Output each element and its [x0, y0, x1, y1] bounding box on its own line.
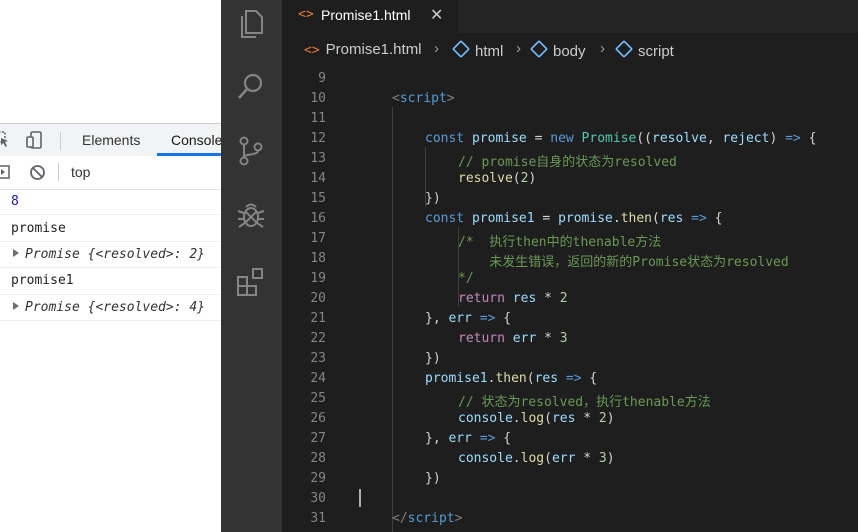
toolbar-separator: [58, 163, 59, 181]
code-line: }, err => {: [425, 311, 512, 326]
line-number: 11: [310, 111, 326, 126]
show-sidebar-icon[interactable]: [0, 165, 10, 179]
line-number: 16: [310, 211, 326, 226]
code-line: promise1.then(res => {: [425, 371, 598, 386]
chevron-right-icon: ›: [434, 40, 439, 57]
line-number: 30: [310, 491, 326, 506]
expand-triangle-icon[interactable]: [13, 302, 19, 310]
extensions-icon[interactable]: [234, 266, 268, 300]
tab-promise1-html[interactable]: <> Promise1.html ✕: [282, 0, 458, 33]
line-number: 31: [310, 511, 326, 526]
html-file-icon: <>: [298, 7, 314, 22]
tab-elements[interactable]: Elements: [82, 124, 140, 156]
line-number: 14: [310, 171, 326, 186]
line-number: 22: [310, 331, 326, 346]
code-line: }, err => {: [425, 431, 512, 446]
line-number: 10: [310, 91, 326, 106]
code-line: console.log(err * 3): [458, 451, 615, 466]
code-comment: // promise自身的状态为resolved: [458, 155, 677, 170]
line-number: 26: [310, 411, 326, 426]
code-comment: */: [458, 271, 474, 286]
symbol-element-icon: [529, 39, 549, 59]
console-filter-bar: top: [0, 156, 221, 190]
line-number: 27: [310, 431, 326, 446]
code-line: }): [425, 471, 441, 486]
tab-title: Promise1.html: [321, 7, 411, 23]
line-number: 13: [310, 151, 326, 166]
expand-triangle-icon[interactable]: [13, 249, 19, 257]
devtools-panel: Elements Console top 8 promise Promise {…: [0, 0, 221, 532]
line-number: 15: [310, 191, 326, 206]
search-icon[interactable]: [234, 70, 268, 104]
code-line: const promise1 = promise.then(res => {: [425, 211, 723, 226]
toolbar-separator: [60, 132, 61, 150]
source-control-icon[interactable]: [234, 134, 268, 168]
activity-bar: [221, 0, 282, 532]
code-line: }): [425, 351, 441, 366]
editor-tab-bar: <> Promise1.html ✕: [282, 0, 858, 33]
tab-console[interactable]: Console: [171, 124, 221, 156]
code-comment: // 状态为resolved，执行thenable方法: [458, 395, 711, 410]
line-number: 18: [310, 251, 326, 266]
breadcrumb-label: script: [638, 43, 674, 60]
chevron-right-icon: ›: [600, 40, 605, 57]
breadcrumb-item-body[interactable]: body: [529, 39, 586, 60]
breadcrumb-item-html[interactable]: html: [451, 39, 504, 60]
console-message: 8: [0, 190, 221, 215]
breadcrumb-label: body: [553, 43, 586, 60]
run-debug-icon[interactable]: [234, 198, 268, 232]
console-log-text: promise: [11, 221, 66, 236]
code-line: }): [425, 191, 441, 206]
code-line: </script>: [392, 511, 463, 526]
device-toolbar-icon[interactable]: [25, 130, 45, 150]
code-line: return res * 2: [458, 291, 568, 306]
console-message: promise: [0, 216, 221, 242]
console-object-preview: Promise {<resolved>: 2}: [25, 247, 206, 262]
code-comment: 未发生错误，返回的新的Promise状态为resolved: [458, 255, 789, 270]
inspect-element-icon[interactable]: [0, 131, 10, 149]
symbol-element-icon: [451, 39, 471, 59]
chevron-right-icon: ›: [516, 40, 521, 57]
symbol-element-icon: [614, 39, 634, 59]
breadcrumb: <> Promise1.html › html › body › script: [282, 33, 858, 67]
code-line: return err * 3: [458, 331, 568, 346]
line-number: 19: [310, 271, 326, 286]
code-line: const promise = new Promise((resolve, re…: [425, 131, 817, 146]
breadcrumb-item-file[interactable]: <> Promise1.html: [304, 41, 422, 58]
line-number: 12: [310, 131, 326, 146]
console-object-preview: Promise {<resolved>: 4}: [25, 300, 206, 315]
breadcrumb-label: Promise1.html: [325, 41, 422, 58]
devtools-toolbar: Elements Console: [0, 123, 221, 157]
text-cursor: [359, 489, 361, 507]
code-comment: /* 执行then中的thenable方法: [458, 235, 662, 250]
line-number: 28: [310, 451, 326, 466]
line-number: 29: [310, 471, 326, 486]
code-line: console.log(res * 2): [458, 411, 615, 426]
close-icon[interactable]: ✕: [430, 5, 443, 24]
html-file-icon: <>: [304, 43, 320, 58]
clear-console-icon[interactable]: [29, 164, 46, 181]
line-number: 17: [310, 231, 326, 246]
explorer-files-icon[interactable]: [234, 6, 268, 40]
line-number: 20: [310, 291, 326, 306]
line-number: 21: [310, 311, 326, 326]
breadcrumb-item-script[interactable]: script: [614, 39, 674, 60]
context-selector[interactable]: top: [71, 164, 90, 180]
indent-guide: [392, 107, 393, 532]
breadcrumb-label: html: [475, 43, 504, 60]
line-number: 23: [310, 351, 326, 366]
console-number-value: 8: [11, 194, 19, 209]
line-number: 24: [310, 371, 326, 386]
console-message: promise1: [0, 268, 221, 295]
code-line: <script>: [392, 91, 455, 106]
line-number: 9: [318, 71, 326, 86]
code-editor[interactable]: 9 10 11 12 13 14 15 16 17 18 19 20 21 22…: [282, 67, 858, 532]
console-object[interactable]: Promise {<resolved>: 2}: [0, 242, 221, 268]
line-number: 25: [310, 391, 326, 406]
code-line: resolve(2): [458, 171, 537, 186]
console-object[interactable]: Promise {<resolved>: 4}: [0, 295, 221, 321]
console-log-text: promise1: [11, 273, 74, 288]
